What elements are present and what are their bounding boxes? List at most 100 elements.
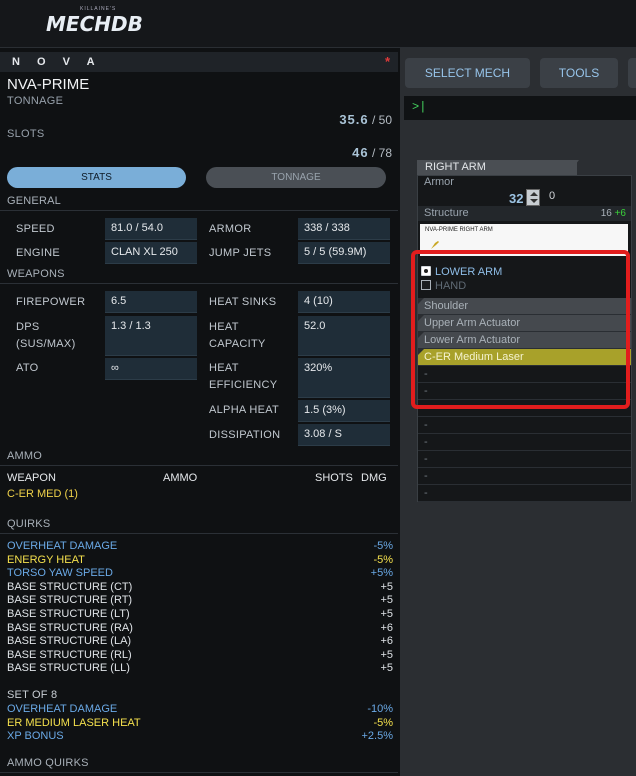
quirk-name: ENERGY HEAT (7, 553, 85, 566)
slot-label: - (424, 487, 428, 499)
logo-text: MECHDB (46, 12, 143, 36)
quirk-row: BASE STRUCTURE (RT) +5 (7, 594, 393, 607)
tonnage-max: / 50 (371, 113, 392, 127)
quirk-name: BASE STRUCTURE (RL) (7, 648, 132, 661)
heat-efficiency-sublabel: EFFICIENCY (209, 379, 278, 391)
quirk-row: BASE STRUCTURE (LL) +5 (7, 662, 393, 675)
jumpjets-value: 5 / 5 (59.9M) (298, 242, 390, 264)
right-arm-title: RIGHT ARM (417, 160, 577, 175)
quirk-value: -10% (367, 703, 393, 715)
title-tab-shape (567, 160, 579, 175)
tonnage-readout: 35.6 / 50 (339, 112, 392, 127)
armor-stepper[interactable] (526, 189, 540, 206)
engine-value: CLAN XL 250 (105, 242, 197, 264)
quirk-value: +5 (380, 662, 393, 675)
engine-label: ENGINE (16, 247, 60, 259)
dissipation-value: 3.08 / S (298, 424, 390, 446)
armor-label: ARMOR (209, 223, 252, 235)
tonnage-value: 35.6 (339, 112, 369, 127)
quirk-value: +5 (380, 580, 393, 593)
slot-label: - (424, 453, 428, 465)
structure-value: 16 (600, 208, 612, 219)
divider (0, 210, 398, 211)
speed-value: 81.0 / 54.0 (105, 218, 197, 240)
quirk-name: ER MEDIUM LASER HEAT (7, 716, 141, 729)
quirk-value: -5% (373, 540, 393, 552)
arm-silhouette-icon (431, 241, 439, 249)
quirks-heading: QUIRKS (7, 518, 51, 530)
quirk-row: BASE STRUCTURE (RL) +5 (7, 649, 393, 662)
quirk-name: BASE STRUCTURE (RT) (7, 594, 133, 607)
quirk-row: BASE STRUCTURE (LA) +6 (7, 635, 393, 648)
divider (0, 283, 398, 284)
stats-toggle-button[interactable]: STATS (7, 167, 186, 188)
ammo-col-weapon: WEAPON (7, 472, 56, 484)
divider (0, 772, 398, 773)
heat-capacity-sublabel: CAPACITY (209, 338, 266, 350)
quirk-name: BASE STRUCTURE (CT) (7, 580, 133, 593)
quirk-row: ENERGY HEAT -5% (7, 554, 393, 567)
slot-label: - (424, 470, 428, 482)
dissipation-label: DISSIPATION (209, 429, 281, 441)
empty-slot[interactable]: - (418, 451, 631, 468)
quirk-row: TORSO YAW SPEED +5% (7, 567, 393, 580)
quirk-value: -5% (373, 716, 393, 729)
quirk-row: OVERHEAT DAMAGE -5% (7, 540, 393, 553)
arm-image-caption: NVA-PRIME RIGHT ARM (425, 227, 493, 233)
empty-slot[interactable]: - (418, 434, 631, 451)
ammo-heading: AMMO (7, 450, 43, 462)
select-mech-tab[interactable]: SELECT MECH (405, 58, 530, 88)
ammo-col-dmg: DMG (361, 472, 387, 484)
quirk-row: BASE STRUCTURE (RA) +6 (7, 622, 393, 635)
tonnage-toggle-button[interactable]: TONNAGE (206, 167, 386, 188)
highlight-box (411, 250, 630, 409)
armor-label: Armor (424, 176, 454, 188)
empty-slot[interactable]: - (418, 468, 631, 485)
tonnage-label: TONNAGE (7, 95, 64, 107)
quirk-name: OVERHEAT DAMAGE (7, 703, 118, 715)
command-console[interactable]: >| (404, 96, 636, 120)
quirk-set-heading: SET OF 8 (7, 689, 58, 701)
divider (0, 533, 398, 534)
mech-stats-panel: N O V A * NVA-PRIME TONNAGE 35.6 / 50 SL… (0, 48, 400, 776)
dps-label: DPS (16, 321, 40, 333)
quirk-value: +5 (380, 608, 393, 620)
quirk-row: BASE STRUCTURE (CT) +5 (7, 581, 393, 594)
unsaved-marker: * (384, 54, 390, 69)
slot-label: - (424, 419, 428, 431)
tools-tab[interactable]: TOOLS (540, 58, 618, 88)
slots-label: SLOTS (7, 128, 45, 140)
quirk-value: +5 (380, 648, 393, 661)
alpha-heat-label: ALPHA HEAT (209, 404, 280, 416)
firepower-value: 6.5 (105, 291, 197, 313)
quirk-name: BASE STRUCTURE (LA) (7, 635, 132, 648)
dps-value: 1.3 / 1.3 (105, 316, 197, 356)
quirk-value: +2.5% (361, 730, 394, 743)
divider (0, 465, 398, 466)
variant-name: NVA-PRIME (7, 76, 90, 93)
empty-slot[interactable]: - (418, 485, 631, 502)
general-heading: GENERAL (7, 195, 61, 207)
more-tab[interactable] (628, 58, 636, 88)
weapons-heading: WEAPONS (7, 268, 65, 280)
dps-sublabel: (SUS/MAX) (16, 338, 76, 350)
heatsinks-label: HEAT SINKS (209, 296, 277, 308)
console-prompt: >| (412, 100, 427, 114)
jumpjets-label: JUMP JETS (209, 247, 272, 259)
slot-label: - (424, 436, 428, 448)
quirk-name: OVERHEAT DAMAGE (7, 540, 118, 552)
rear-armor-value: 0 (549, 190, 556, 202)
quirk-value: +6 (380, 621, 393, 634)
firepower-label: FIREPOWER (16, 296, 86, 308)
heatsinks-value: 4 (10) (298, 291, 390, 313)
stepper-up-icon[interactable] (530, 192, 538, 196)
slots-readout: 46 / 78 (352, 145, 392, 160)
empty-slot[interactable]: - (418, 417, 631, 434)
quirk-row: OVERHEAT DAMAGE -10% (7, 703, 393, 716)
stepper-down-icon[interactable] (530, 199, 538, 203)
mechdb-logo[interactable]: KILLAINE'S MECHDB (40, 6, 154, 38)
armor-value: 338 / 338 (298, 218, 390, 240)
quirk-name: BASE STRUCTURE (LT) (7, 608, 130, 620)
ato-value: ∞ (105, 358, 197, 380)
slots-max: / 78 (371, 146, 392, 160)
